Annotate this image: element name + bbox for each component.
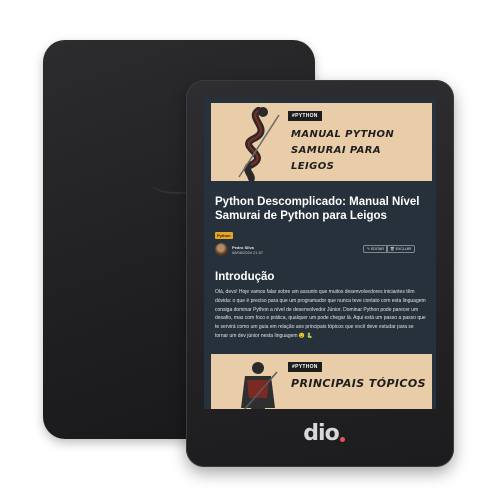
article-body: Olá, devs! Hoje vamos falar sobre um ass…	[215, 289, 426, 339]
samurai-warrior-illustration	[241, 362, 278, 409]
hashtag-badge: #PYTHON	[288, 111, 322, 121]
delete-button-label: EXCLUIR	[395, 247, 412, 251]
pencil-icon: ✎	[367, 247, 371, 251]
hashtag-badge: #PYTHON	[288, 362, 322, 372]
language-badge[interactable]: Python	[215, 232, 233, 239]
edit-button[interactable]: ✎ EDITAR	[363, 245, 388, 253]
article-title: Python Descomplicado: Manual Nível Samur…	[215, 196, 420, 222]
front-ereader-device: #PYTHON MANUAL PYTHON SAMURAI PARA LEIGO…	[186, 80, 454, 467]
author-avatar[interactable]	[215, 243, 228, 256]
dio-logo-dot	[339, 436, 345, 442]
dio-logo-text: dio	[303, 420, 339, 446]
cover-title: MANUAL PYTHON SAMURAI PARA LEIGOS	[291, 129, 395, 172]
samurai-dragon-illustration	[238, 107, 280, 181]
ereader-screen: #PYTHON MANUAL PYTHON SAMURAI PARA LEIGO…	[204, 98, 436, 409]
delete-button[interactable]: 🗑 EXCLUIR	[386, 245, 416, 253]
publish-date: 06/06/2024 21:57	[232, 250, 264, 255]
dio-logo: dio	[294, 419, 354, 447]
section-cover-title: PRINCIPAIS TÓPICOS	[291, 377, 426, 390]
section-cover-banner: #PYTHON PRINCIPAIS TÓPICOS	[211, 354, 432, 409]
section-heading: Introdução	[215, 271, 275, 283]
trash-icon: 🗑	[390, 247, 395, 251]
edit-button-label: EDITAR	[371, 247, 384, 251]
article-cover-banner: #PYTHON MANUAL PYTHON SAMURAI PARA LEIGO…	[211, 103, 432, 181]
